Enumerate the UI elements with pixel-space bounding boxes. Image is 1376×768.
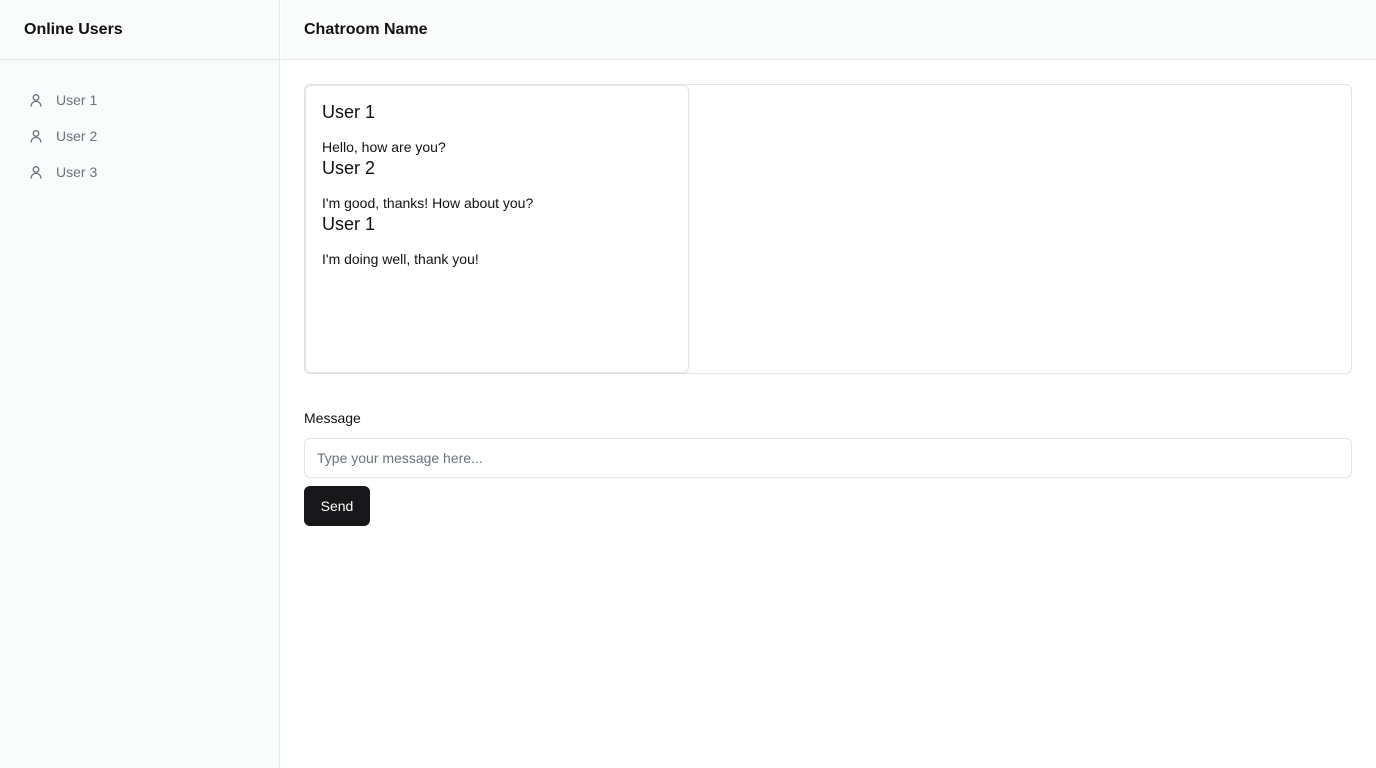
message-input[interactable]: [304, 438, 1352, 478]
chatroom-title: Chatroom Name: [304, 20, 428, 38]
user-label: User 1: [56, 92, 98, 108]
message-author: User 1: [322, 102, 376, 122]
online-users-list: User 1 User 2 User 3: [0, 60, 279, 190]
chat-message-area[interactable]: User 1 Hello, how are you? User 2 I'm go…: [304, 84, 1352, 374]
sidebar-item-user-1[interactable]: User 1: [0, 82, 279, 118]
sidebar-title: Online Users: [24, 20, 123, 38]
send-button[interactable]: Send: [304, 486, 370, 526]
user-label: User 3: [56, 164, 98, 180]
sidebar-item-user-3[interactable]: User 3: [0, 154, 279, 190]
main-panel: Chatroom Name User 1 Hello, how are you?…: [281, 0, 1376, 768]
message-author: User 2: [322, 158, 376, 178]
message-label: Message: [304, 410, 361, 426]
sidebar-header: Online Users: [0, 0, 279, 60]
message-text: I'm doing well, thank you!: [322, 251, 479, 267]
chat-message: User 1 I'm doing well, thank you!: [322, 213, 672, 268]
message-list: User 1 Hello, how are you? User 2 I'm go…: [305, 85, 689, 373]
message-text: Hello, how are you?: [322, 139, 446, 155]
user-icon: [28, 92, 44, 108]
message-author: User 1: [322, 214, 376, 234]
chat-header: Chatroom Name: [281, 0, 1376, 60]
user-icon: [28, 128, 44, 144]
chat-message: User 2 I'm good, thanks! How about you?: [322, 157, 672, 212]
sidebar: Online Users User 1 User 2 User 3: [0, 0, 280, 768]
message-text: I'm good, thanks! How about you?: [322, 195, 534, 211]
user-icon: [28, 164, 44, 180]
user-label: User 2: [56, 128, 98, 144]
chat-message: User 1 Hello, how are you?: [322, 101, 672, 156]
sidebar-item-user-2[interactable]: User 2: [0, 118, 279, 154]
